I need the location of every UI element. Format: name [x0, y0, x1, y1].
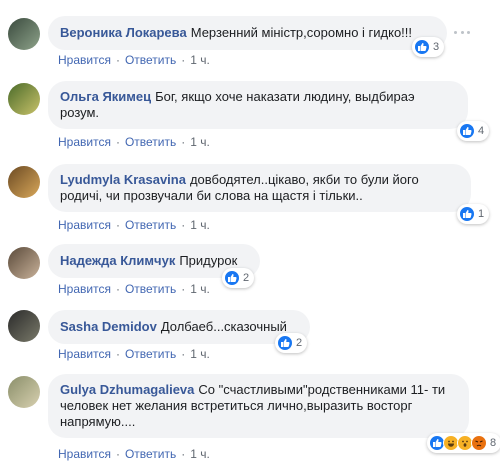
reaction-summary[interactable]: 1 [457, 204, 490, 224]
like-icon [459, 206, 475, 222]
comment-time[interactable]: 1 ч. [190, 135, 210, 149]
comment-bubble: Gulya Dzhumagalieva Со "счастливыми"родст… [48, 374, 469, 438]
comment-actions: Нравится · Ответить · 1 ч. [58, 135, 210, 149]
comment-actions: Нравится · Ответить · 1 ч. [58, 282, 210, 296]
reply-button[interactable]: Ответить [125, 447, 176, 461]
reply-button[interactable]: Ответить [125, 218, 176, 232]
reaction-count: 2 [243, 272, 250, 284]
avatar[interactable] [8, 247, 40, 279]
like-icon [224, 270, 240, 286]
comment-text: Придурок [179, 253, 238, 268]
reaction-count: 4 [478, 125, 485, 137]
like-button[interactable]: Нравится [58, 53, 111, 67]
like-button[interactable]: Нравится [58, 347, 111, 361]
reaction-summary[interactable]: 2 [222, 268, 255, 288]
comment-text: Долбаеб...сказочный [160, 319, 287, 334]
reply-button[interactable]: Ответить [125, 135, 176, 149]
comment-bubble: Lyudmyla Krasavina довбодятел..цікаво, як… [48, 164, 471, 212]
comment-actions: Нравится · Ответить · 1 ч. [58, 218, 210, 232]
like-icon [277, 335, 293, 351]
reaction-count: 3 [433, 41, 440, 53]
comment-actions: Нравится · Ответить · 1 ч. [58, 347, 210, 361]
reply-button[interactable]: Ответить [125, 347, 176, 361]
reply-button[interactable]: Ответить [125, 282, 176, 296]
reaction-count: 1 [478, 208, 485, 220]
comment-bubble: Вероника Локарева Мерзенний міністр,сором… [48, 16, 447, 50]
comment-time[interactable]: 1 ч. [190, 347, 210, 361]
comment-time[interactable]: 1 ч. [190, 218, 210, 232]
comment-time[interactable]: 1 ч. [190, 53, 210, 67]
angry-icon [471, 435, 487, 451]
reaction-count: 8 [490, 437, 497, 449]
comment-bubble: Ольга Якимец Бог, якщо хоче наказати люди… [48, 81, 468, 129]
comment-author[interactable]: Ольга Якимец [60, 89, 151, 104]
reaction-count: 2 [296, 337, 303, 349]
avatar[interactable] [8, 83, 40, 115]
comment-time[interactable]: 1 ч. [190, 447, 210, 461]
avatar[interactable] [8, 18, 40, 50]
comment-author[interactable]: Надежда Климчук [60, 253, 175, 268]
more-options-icon[interactable] [454, 31, 470, 35]
reaction-summary[interactable]: 2 [275, 333, 308, 353]
like-button[interactable]: Нравится [58, 447, 111, 461]
reaction-summary[interactable]: 3 [412, 37, 445, 57]
avatar[interactable] [8, 166, 40, 198]
reaction-summary[interactable]: 8 [427, 433, 500, 453]
comment-author[interactable]: Gulya Dzhumagalieva [60, 382, 194, 397]
comment-author[interactable]: Sasha Demidov [60, 319, 157, 334]
comment-actions: Нравится · Ответить · 1 ч. [58, 53, 210, 67]
comment-bubble: Sasha Demidov Долбаеб...сказочный [48, 310, 310, 344]
avatar[interactable] [8, 376, 40, 408]
comment-author[interactable]: Lyudmyla Krasavina [60, 172, 186, 187]
like-button[interactable]: Нравится [58, 218, 111, 232]
like-icon [414, 39, 430, 55]
like-button[interactable]: Нравится [58, 282, 111, 296]
comment-time[interactable]: 1 ч. [190, 282, 210, 296]
comment-text: Мерзенний міністр,соромно і гидко!!! [190, 25, 413, 40]
like-button[interactable]: Нравится [58, 135, 111, 149]
reaction-summary[interactable]: 4 [457, 121, 490, 141]
avatar[interactable] [8, 310, 40, 342]
reply-button[interactable]: Ответить [125, 53, 176, 67]
comment-actions: Нравится · Ответить · 1 ч. [58, 447, 210, 461]
like-icon [459, 123, 475, 139]
comment-author[interactable]: Вероника Локарева [60, 25, 187, 40]
